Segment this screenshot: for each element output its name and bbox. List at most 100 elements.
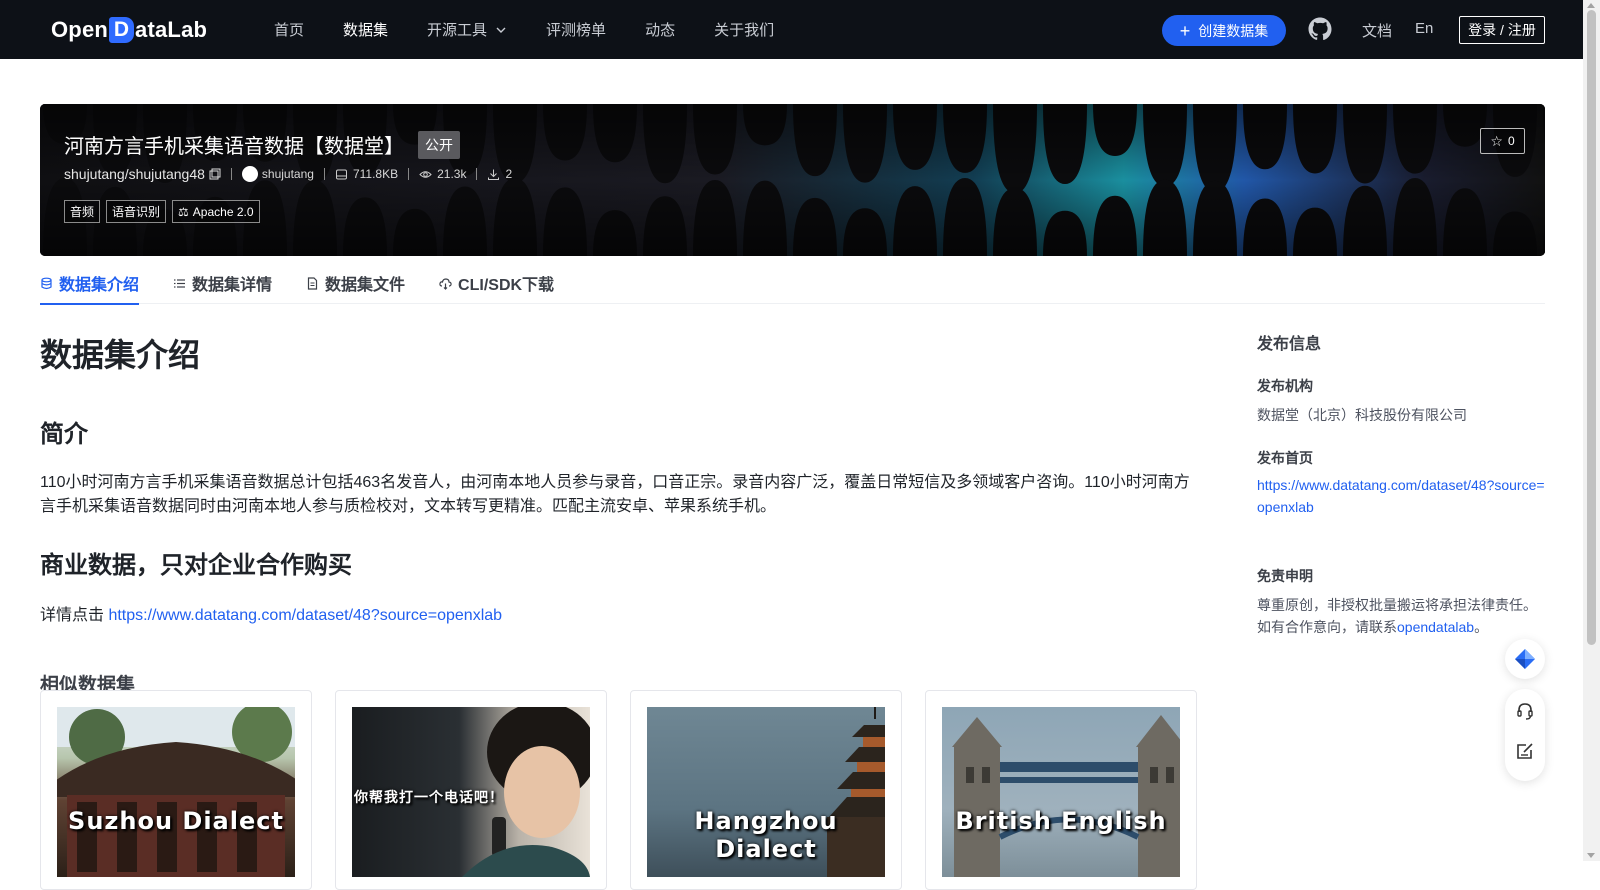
divider [476,168,478,180]
tab-cli-sdk[interactable]: CLI/SDK下载 [439,262,554,304]
similar-dataset-card[interactable]: British English [925,690,1197,890]
support-float-panel [1505,689,1545,781]
create-dataset-label: 创建数据集 [1198,22,1269,39]
tab-cli-sdk-label: CLI/SDK下载 [458,277,555,294]
chevron-down-icon [496,27,506,33]
nav-datasets[interactable]: 数据集 [343,19,388,40]
pavilion-illustration [57,707,295,877]
logo-text-left: Open [51,17,109,42]
dataset-tabs: 数据集介绍 数据集详情 数据集文件 CLI/SDK下载 [40,262,1545,305]
scroll-up-arrow-icon[interactable] [1587,3,1595,8]
card-caption: Hangzhou Dialect [694,807,838,863]
database-icon [41,277,52,289]
similar-dataset-card[interactable]: 你帮我打一个电话吧！ [335,690,607,890]
star-icon: ☆ [1490,132,1503,149]
tab-files-label: 数据集文件 [325,277,406,294]
headset-icon[interactable] [1515,701,1535,721]
github-icon[interactable] [1308,17,1332,41]
dataset-size: 711.8KB [352,167,399,181]
disclaimer-line1: 尊重原创，非授权批量搬运将承担法律责任。 [1257,597,1537,613]
business-data-heading: 商业数据，只对企业合作购买 [40,552,352,579]
page-scrollbar[interactable] [1583,0,1600,861]
nav-open-source-tools-label: 开源工具 [427,22,488,39]
star-count: 0 [1507,134,1515,148]
logo-text-right: ataLab [135,17,208,42]
divider [408,168,410,180]
dataset-thumbnail: 你帮我打一个电话吧！ [352,707,590,877]
tab-intro[interactable]: 数据集介绍 [40,262,140,305]
owner-name[interactable]: shujutang [262,167,314,181]
nav-about[interactable]: 关于我们 [714,19,774,40]
tower-bridge-illustration [952,715,1180,877]
intro-heading: 简介 [40,421,88,448]
feedback-edit-icon[interactable] [1515,741,1535,761]
page-title: 数据集介绍 [40,337,201,373]
scroll-thumb[interactable] [1587,10,1596,645]
opendatalab-logo[interactable]: Open DataLab [51,14,207,46]
homepage-label: 发布首页 [1257,450,1313,466]
detail-prefix: 详情点击 [40,607,109,624]
divider [230,168,232,180]
create-dataset-button[interactable]: + 创建数据集 [1162,15,1286,46]
tab-files[interactable]: 数据集文件 [306,262,405,304]
owner-avatar[interactable] [241,166,258,182]
assistant-float-button[interactable] [1505,639,1545,679]
similar-datasets-list: Suzhou Dialect 你帮我打一个电话吧！ Hangzhou Diale… [40,690,1220,890]
scale-icon: ⚖ [178,204,189,219]
dataset-meta-row: shujutang/shujutang48 shujutang 711.8KB … [64,166,512,182]
publisher-label: 发布机构 [1257,378,1313,394]
file-icon [307,276,318,290]
dataset-thumbnail: Hangzhou Dialect [647,707,885,877]
tab-intro-label: 数据集介绍 [59,277,140,294]
logo-d-mark: D [109,17,135,43]
nav-open-source-tools[interactable]: 开源工具 [427,19,507,40]
nav-leaderboard[interactable]: 评测榜单 [546,19,606,40]
download-icon [488,169,500,180]
storage-icon [335,169,347,179]
tab-details[interactable]: 数据集详情 [173,262,272,304]
tab-details-label: 数据集详情 [192,277,273,294]
card-caption: Suzhou Dialect [68,807,284,835]
star-button[interactable]: ☆ 0 [1480,128,1525,154]
login-register-button[interactable]: 登录 / 注册 [1459,16,1545,44]
download-count: 2 [505,167,513,181]
contact-link[interactable]: opendatalab [1397,619,1474,635]
dataset-title: 河南方言手机采集语音数据【数据堂】 [64,136,404,158]
tag-speech-recognition[interactable]: 语音识别 [106,200,167,223]
view-count: 21.3k [437,167,467,181]
assistant-logo-icon [1515,649,1535,669]
visibility-badge: 公开 [418,130,460,159]
disclaimer-line2-suffix: 。 [1474,619,1489,635]
homepage-link[interactable]: https://www.datatang.com/dataset/48?sour… [1257,474,1547,518]
publisher-value: 数据堂（北京）科技股份有限公司 [1257,407,1467,423]
dataset-title-row: 河南方言手机采集语音数据【数据堂】 公开 [64,130,460,159]
copy-icon[interactable] [209,168,221,180]
dataset-intro-content: 数据集介绍 简介 110小时河南方言手机采集语音数据总计包括463名发音人，由河… [40,320,1195,697]
disclaimer-text: 尊重原创，非授权批量搬运将承担法律责任。 如有合作意向，请联系opendatal… [1257,594,1547,638]
tag-audio[interactable]: 音频 [64,200,101,223]
nav-news[interactable]: 动态 [645,19,675,40]
nav-home[interactable]: 首页 [274,19,304,40]
homepage-link-line2[interactable]: openxlab [1257,499,1314,515]
card-caption: British English [955,807,1167,835]
dataset-banner: 河南方言手机采集语音数据【数据堂】 公开 shujutang/shujutang… [40,104,1545,256]
cloud-download-icon [439,277,452,290]
publish-info-sidebar: 发布信息 发布机构 数据堂（北京）科技股份有限公司 发布首页 https://w… [1257,330,1547,638]
similar-dataset-card[interactable]: Suzhou Dialect [40,690,312,890]
eye-icon [419,170,432,178]
scroll-down-arrow-icon[interactable] [1587,853,1595,858]
datatang-link[interactable]: https://www.datatang.com/dataset/48?sour… [108,607,502,624]
dataset-thumbnail: Suzhou Dialect [57,707,295,877]
license-label: Apache 2.0 [192,204,254,219]
top-navbar: Open DataLab 首页 数据集 开源工具 评测榜单 动态 关于我们 + 创… [0,0,1583,59]
docs-link[interactable]: 文档 [1362,20,1392,41]
publish-info-title: 发布信息 [1257,336,1322,353]
dataset-tags: 音频 语音识别 ⚖ Apache 2.0 [64,200,266,223]
homepage-link-line1[interactable]: https://www.datatang.com/dataset/48?sour… [1257,477,1545,493]
similar-dataset-card[interactable]: Hangzhou Dialect [630,690,902,890]
disclaimer-label: 免责申明 [1257,568,1313,584]
intro-paragraph: 110小时河南方言手机采集语音数据总计包括463名发音人，由河南本地人员参与录音… [40,474,1190,515]
language-switch[interactable]: En [1415,20,1433,37]
list-icon [174,278,186,288]
tag-license[interactable]: ⚖ Apache 2.0 [172,200,260,223]
